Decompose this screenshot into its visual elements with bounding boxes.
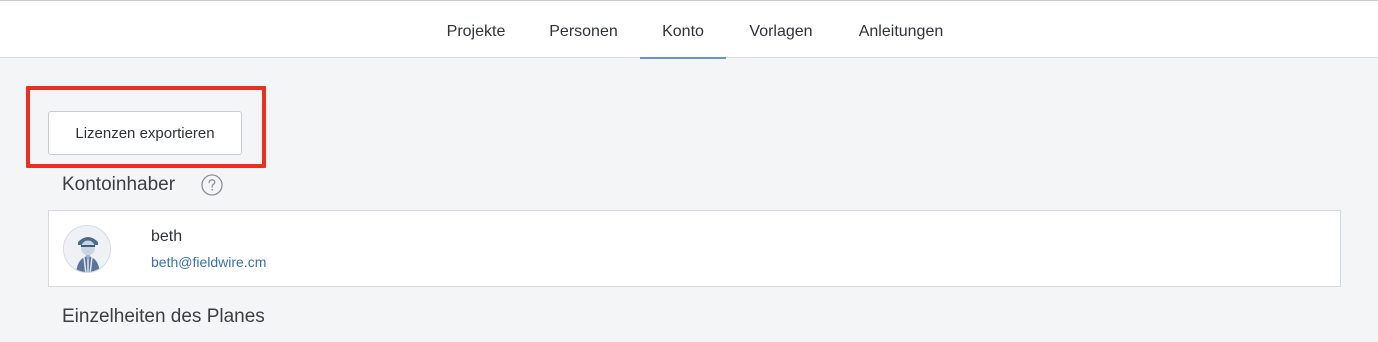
tab-konto[interactable]: Konto <box>640 1 726 59</box>
account-owner-heading: Kontoinhaber <box>62 174 176 195</box>
export-licenses-button[interactable]: Lizenzen exportieren <box>48 111 242 155</box>
tab-bar: Projekte Personen Konto Vorlagen Anleitu… <box>0 1 1378 59</box>
top-navigation-bar: Projekte Personen Konto Vorlagen Anleitu… <box>0 0 1378 59</box>
avatar <box>63 225 111 273</box>
plan-details-heading: Einzelheiten des Planes <box>62 306 265 327</box>
owner-email-link[interactable]: beth@fieldwire.cm <box>151 254 266 270</box>
question-circle-icon[interactable] <box>201 174 223 196</box>
tab-projekte[interactable]: Projekte <box>443 1 509 58</box>
tab-vorlagen[interactable]: Vorlagen <box>746 1 816 58</box>
account-owner-card: beth beth@fieldwire.cm <box>48 210 1341 287</box>
person-avatar-icon <box>64 226 110 272</box>
tab-anleitungen[interactable]: Anleitungen <box>854 1 948 58</box>
tab-personen[interactable]: Personen <box>547 1 620 58</box>
owner-name: beth <box>151 228 183 245</box>
